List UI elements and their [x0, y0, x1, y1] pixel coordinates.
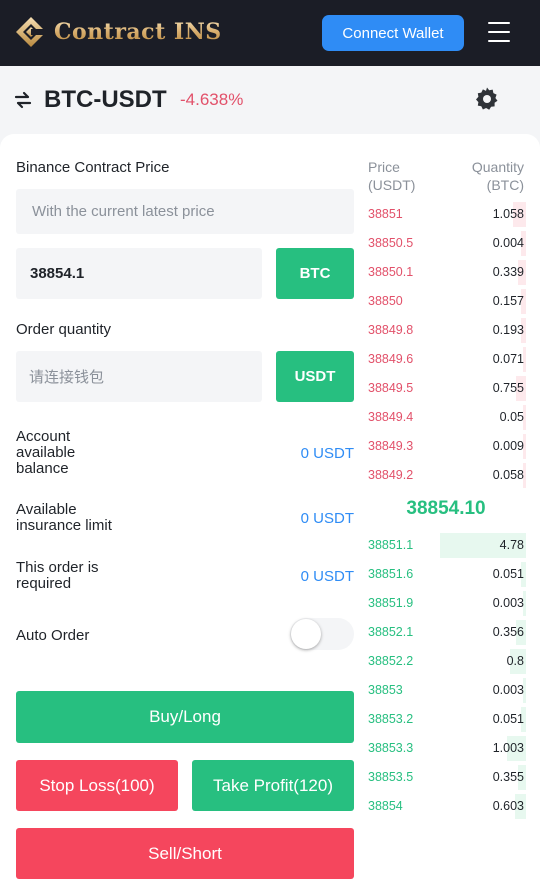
ask-quantity: 0.193	[492, 323, 524, 337]
bid-row[interactable]: 38853.5 0.355	[366, 763, 526, 792]
bid-price: 38851.9	[368, 596, 414, 610]
orderbook-quantity-header: Quantity (BTC)	[471, 159, 524, 193]
pair-change-percent: -4.638%	[180, 90, 244, 109]
ask-quantity: 0.755	[492, 381, 524, 395]
bid-row[interactable]: 38853.3 1.003	[366, 734, 526, 763]
ask-row[interactable]: 38849.8 0.193	[366, 316, 526, 345]
ask-price: 38849.4	[368, 410, 414, 424]
bid-quantity: 1.003	[492, 741, 524, 755]
ask-price: 38851	[368, 207, 403, 221]
ask-row[interactable]: 38849.3 0.009	[366, 432, 526, 461]
required-label: This order is required	[16, 559, 99, 592]
ask-row[interactable]: 38849.5 0.755	[366, 374, 526, 403]
balance-label: Account available balance	[16, 428, 76, 477]
pair-bar: BTC-USDT -4.638%	[0, 66, 540, 136]
quantity-label: Order quantity	[16, 321, 112, 338]
bid-price: 38853.2	[368, 712, 414, 726]
bid-price: 38853.3	[368, 741, 414, 755]
bid-quantity: 0.355	[492, 770, 524, 784]
auto-order-toggle[interactable]	[290, 618, 354, 650]
bid-price: 38852.1	[368, 625, 414, 639]
ask-quantity: 0.339	[492, 265, 524, 279]
ask-price: 38849.2	[368, 468, 414, 482]
required-value: 0 USDT	[300, 568, 354, 585]
ask-quantity: 0.009	[492, 439, 524, 453]
auto-order-label: Auto Order	[16, 627, 90, 644]
ask-quantity: 0.058	[492, 468, 524, 482]
toggle-knob	[291, 619, 321, 649]
buy-long-button[interactable]: Buy/Long	[16, 691, 354, 743]
insurance-value: 0 USDT	[300, 510, 354, 527]
pair-name[interactable]: BTC-USDT	[44, 86, 167, 114]
ask-row[interactable]: 38850.1 0.339	[366, 258, 526, 287]
quantity-unit-button[interactable]: USDT	[276, 351, 354, 402]
ask-row[interactable]: 38850.5 0.004	[366, 229, 526, 258]
bid-row[interactable]: 38853.2 0.051	[366, 705, 526, 734]
bid-row[interactable]: 38852.1 0.356	[366, 618, 526, 647]
ask-row[interactable]: 38850 0.157	[366, 287, 526, 316]
ask-price: 38850	[368, 294, 403, 308]
price-label: Binance Contract Price	[16, 159, 170, 176]
ask-price: 38849.3	[368, 439, 414, 453]
price-unit-button[interactable]: BTC	[276, 248, 354, 299]
price-input[interactable]: 38854.1	[16, 248, 262, 299]
connect-wallet-button[interactable]: Connect Wallet	[322, 15, 464, 51]
sell-short-button[interactable]: Sell/Short	[16, 828, 354, 879]
bid-row[interactable]: 38851.6 0.051	[366, 560, 526, 589]
gear-icon[interactable]	[474, 86, 500, 112]
ask-price: 38849.6	[368, 352, 414, 366]
balance-value: 0 USDT	[300, 445, 354, 462]
bid-price: 38851.1	[368, 538, 414, 552]
bid-quantity: 0.003	[492, 683, 524, 697]
ask-row[interactable]: 38849.4 0.05	[366, 403, 526, 432]
ask-price: 38849.5	[368, 381, 414, 395]
hamburger-menu-icon[interactable]	[488, 22, 510, 42]
logo-mark-icon	[14, 15, 48, 49]
bid-price: 38852.2	[368, 654, 414, 668]
bid-price: 38851.6	[368, 567, 414, 581]
quantity-input[interactable]: 请连接钱包	[16, 351, 262, 402]
stop-loss-button[interactable]: Stop Loss(100)	[16, 760, 178, 811]
bid-row[interactable]: 38851.9 0.003	[366, 589, 526, 618]
bid-price: 38854	[368, 799, 403, 813]
insurance-label: Available insurance limit	[16, 501, 112, 534]
ask-quantity: 0.157	[492, 294, 524, 308]
bid-quantity: 0.051	[492, 712, 524, 726]
ask-row[interactable]: 38851 1.058	[366, 200, 526, 229]
ask-price: 38849.8	[368, 323, 414, 337]
bid-quantity: 0.8	[506, 654, 524, 668]
ask-price: 38850.1	[368, 265, 414, 279]
bid-quantity: 4.78	[499, 538, 524, 552]
last-price: 38854.10	[406, 498, 486, 519]
ask-quantity: 0.071	[492, 352, 524, 366]
bid-quantity: 0.356	[492, 625, 524, 639]
ask-quantity: 0.004	[492, 236, 524, 250]
bid-quantity: 0.603	[492, 799, 524, 813]
price-mode-field[interactable]: With the current latest price	[16, 189, 354, 234]
orderbook-price-header: Price (USDT)	[368, 159, 416, 193]
logo-text: Contract INS	[54, 19, 222, 45]
ask-quantity: 0.05	[499, 410, 524, 424]
app-header: Contract INS Connect Wallet	[0, 0, 540, 66]
ask-price: 38850.5	[368, 236, 414, 250]
bid-row[interactable]: 38851.1 4.78	[366, 531, 526, 560]
bid-row[interactable]: 38853 0.003	[366, 676, 526, 705]
logo[interactable]: Contract INS	[14, 14, 222, 50]
ask-quantity: 1.058	[492, 207, 524, 221]
bid-quantity: 0.003	[492, 596, 524, 610]
bid-row[interactable]: 38852.2 0.8	[366, 647, 526, 676]
bid-row[interactable]: 38854 0.603	[366, 792, 526, 821]
bid-price: 38853	[368, 683, 403, 697]
bid-quantity: 0.051	[492, 567, 524, 581]
ask-row[interactable]: 38849.2 0.058	[366, 461, 526, 490]
bid-price: 38853.5	[368, 770, 414, 784]
ask-row[interactable]: 38849.6 0.071	[366, 345, 526, 374]
swap-arrows-icon[interactable]	[14, 91, 32, 109]
take-profit-button[interactable]: Take Profit(120)	[192, 760, 354, 811]
